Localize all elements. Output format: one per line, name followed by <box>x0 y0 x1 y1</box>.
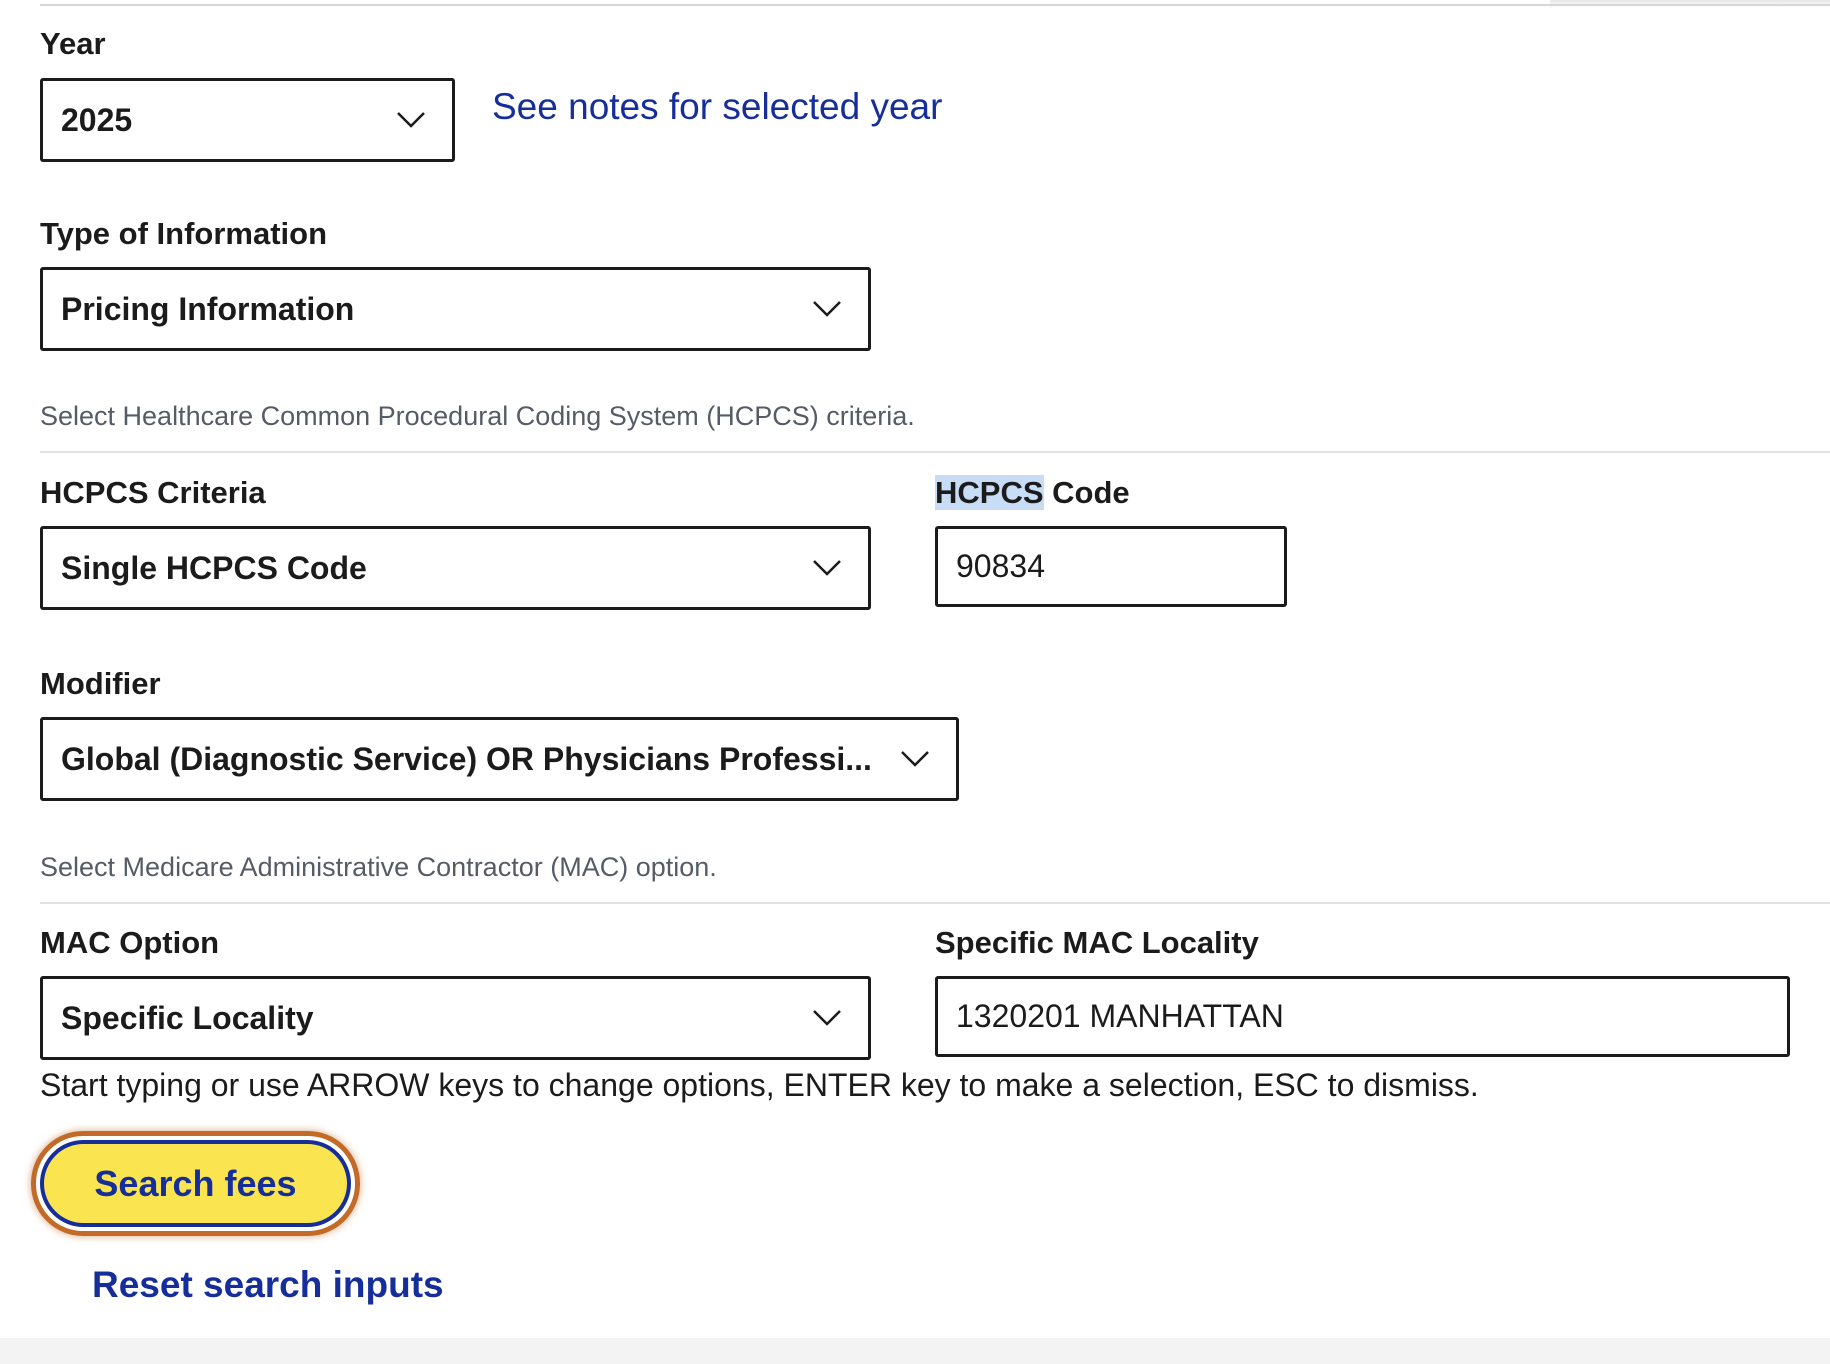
modifier-value: Global (Diagnostic Service) OR Physician… <box>61 740 872 777</box>
top-divider <box>40 4 1830 6</box>
type-of-information-label: Type of Information <box>40 216 328 251</box>
hcpcs-criteria-label: HCPCS Criteria <box>40 475 266 510</box>
modifier-select[interactable]: Global (Diagnostic Service) OR Physician… <box>40 717 959 801</box>
mac-option-value: Specific Locality <box>61 999 314 1036</box>
mac-helper-text: Select Medicare Administrative Contracto… <box>40 852 717 882</box>
chevron-down-icon <box>397 112 425 128</box>
year-select-value: 2025 <box>61 101 133 138</box>
hcpcs-divider <box>40 451 1830 453</box>
modifier-label: Modifier <box>40 666 161 701</box>
mac-option-label: MAC Option <box>40 925 220 960</box>
year-select[interactable]: 2025 <box>40 78 455 162</box>
hcpcs-code-label-rest: Code <box>1043 475 1130 510</box>
chevron-down-icon <box>813 560 841 576</box>
specific-mac-locality-label: Specific MAC Locality <box>935 925 1259 960</box>
specific-mac-locality-input[interactable] <box>935 976 1790 1057</box>
search-fees-button[interactable]: Search fees <box>40 1140 351 1227</box>
hcpcs-code-label: HCPCS Code <box>935 475 1130 511</box>
type-of-information-select[interactable]: Pricing Information <box>40 267 871 351</box>
hcpcs-criteria-value: Single HCPCS Code <box>61 549 367 586</box>
chevron-down-icon <box>901 751 929 767</box>
year-label: Year <box>40 26 106 61</box>
page-bottom-band <box>0 1338 1830 1364</box>
hcpcs-criteria-select[interactable]: Single HCPCS Code <box>40 526 871 610</box>
reset-search-inputs-link[interactable]: Reset search inputs <box>92 1264 444 1306</box>
mac-option-select[interactable]: Specific Locality <box>40 976 871 1060</box>
chevron-down-icon <box>813 301 841 317</box>
chevron-down-icon <box>813 1010 841 1026</box>
hcpcs-code-label-highlight: HCPCS <box>935 475 1044 510</box>
hcpcs-helper-text: Select Healthcare Common Procedural Codi… <box>40 401 915 431</box>
locality-combobox-hint: Start typing or use ARROW keys to change… <box>40 1067 1479 1103</box>
type-of-information-value: Pricing Information <box>61 290 355 327</box>
hcpcs-code-input[interactable] <box>935 526 1287 607</box>
see-notes-link[interactable]: See notes for selected year <box>492 86 942 128</box>
mac-divider <box>40 902 1830 904</box>
